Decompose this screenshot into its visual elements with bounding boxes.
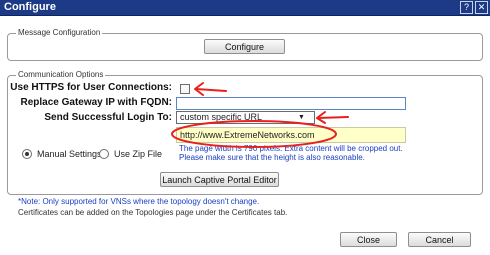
annotation-arrow-select bbox=[317, 116, 349, 119]
annotation-circle-url bbox=[171, 120, 337, 148]
annotation-arrow-https bbox=[195, 88, 227, 92]
annotation-overlay bbox=[171, 82, 349, 148]
